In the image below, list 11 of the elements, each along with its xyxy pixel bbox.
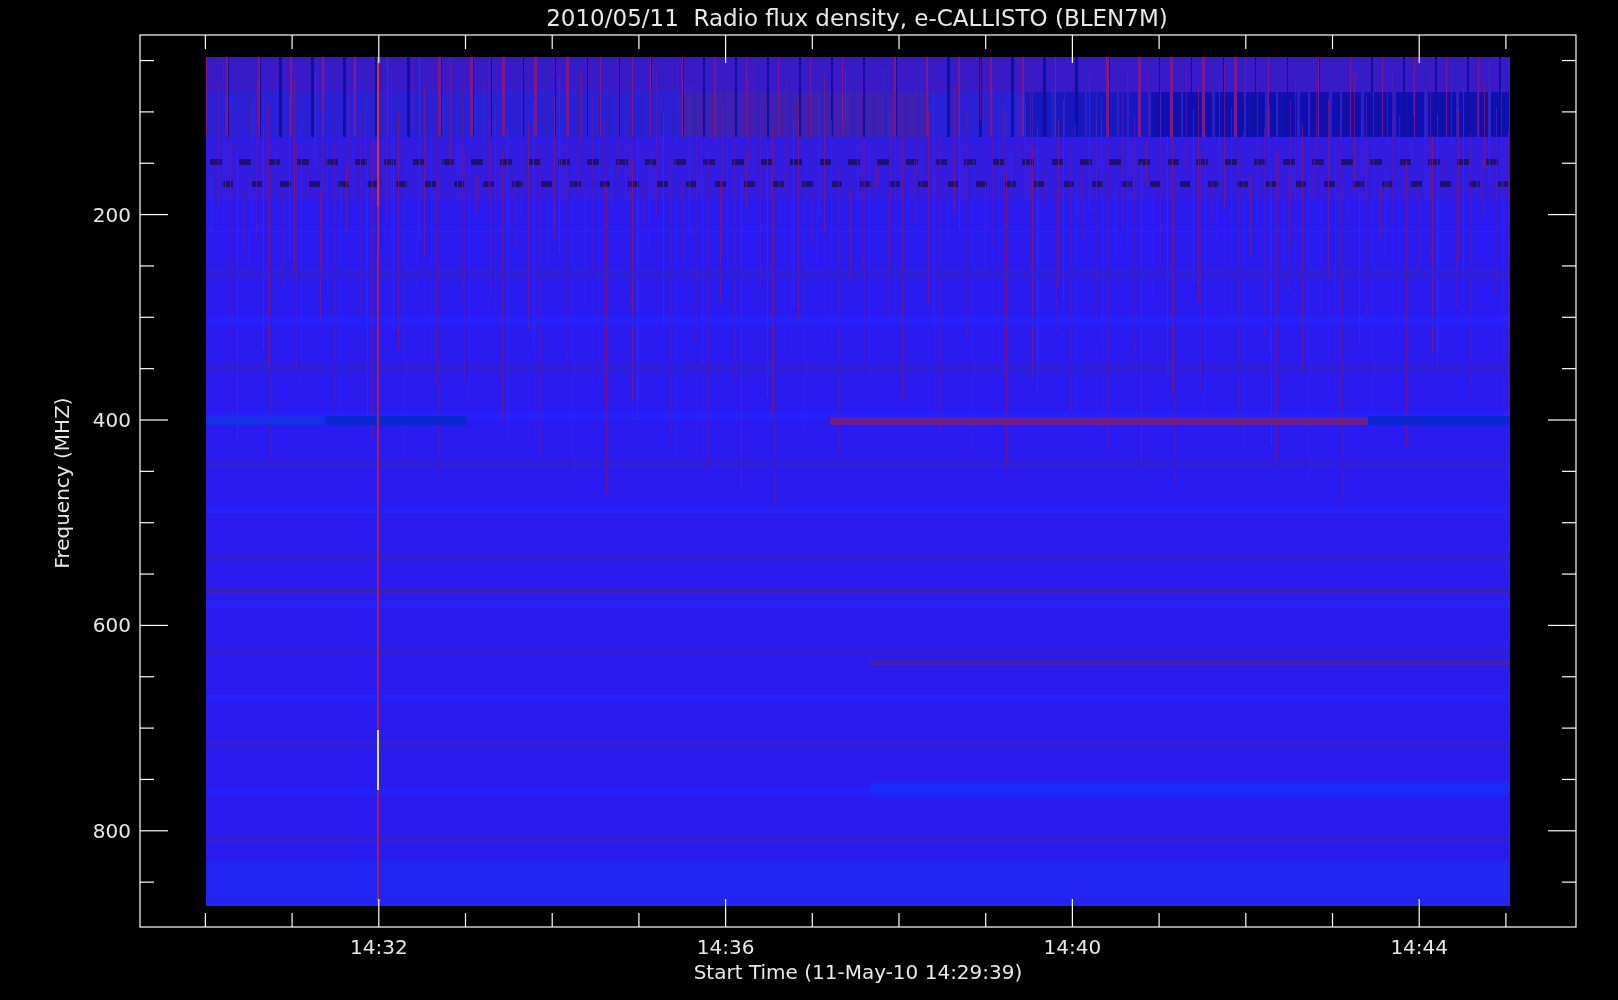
y-tick-label: 600 bbox=[92, 613, 131, 638]
x-tick-label: 14:40 bbox=[1043, 935, 1102, 959]
x-tick-label: 14:32 bbox=[350, 935, 408, 959]
y-tick-label: 200 bbox=[92, 202, 131, 227]
x-tick-label: 14:36 bbox=[696, 935, 755, 959]
x-tick-label: 14:44 bbox=[1390, 935, 1448, 959]
x-axis-title: Start Time (11-May-10 14:29:39) bbox=[693, 960, 1023, 984]
chart-title: 2010/05/11 Radio flux density, e-CALLISTO (BLEN7M) bbox=[546, 5, 1168, 31]
y-axis-title: Frequency (MHZ) bbox=[50, 397, 74, 569]
y-tick-label: 800 bbox=[92, 818, 131, 843]
y-tick-label: 400 bbox=[92, 408, 131, 432]
